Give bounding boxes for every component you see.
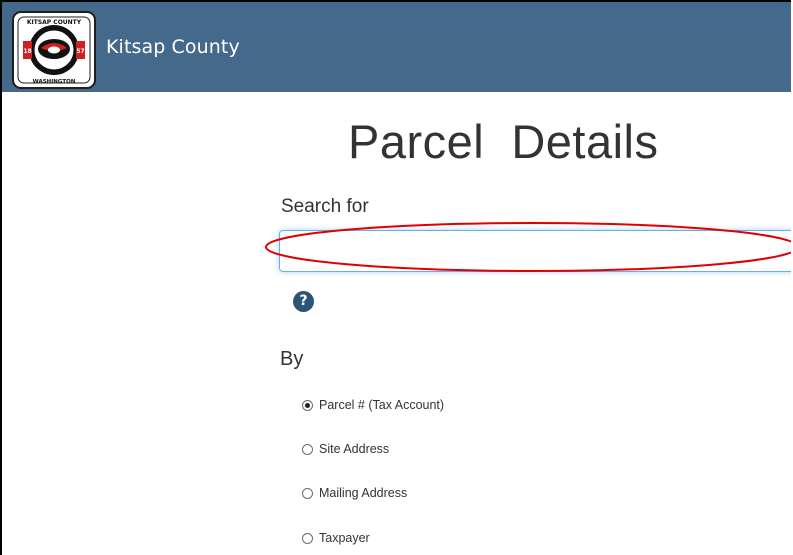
header-bar: 18 57 KITSAP COUNTY WASHINGTON Kitsap Co… xyxy=(2,2,791,92)
radio-option-mailing-address[interactable]: Mailing Address xyxy=(302,486,407,500)
seal-year-left: 18 xyxy=(23,48,31,55)
search-input[interactable] xyxy=(279,230,791,272)
radio-label-site-address: Site Address xyxy=(319,442,390,456)
seal-year-right: 57 xyxy=(76,48,84,55)
county-seal-logo[interactable]: 18 57 KITSAP COUNTY WASHINGTON xyxy=(11,10,97,90)
radio-label-taxpayer: Taxpayer xyxy=(319,531,370,545)
search-by-label: By xyxy=(280,348,304,370)
radio-label-parcel: Parcel # (Tax Account) xyxy=(319,398,445,412)
brand-name[interactable]: Kitsap County xyxy=(106,36,240,58)
radio-option-site-address[interactable]: Site Address xyxy=(302,442,389,456)
radio-option-taxpayer[interactable]: Taxpayer xyxy=(302,531,370,545)
radio-button-taxpayer[interactable] xyxy=(302,532,313,544)
radio-button-parcel[interactable] xyxy=(302,399,313,411)
radio-option-parcel[interactable]: Parcel # (Tax Account) xyxy=(302,398,444,412)
radio-button-site-address[interactable] xyxy=(302,443,313,455)
radio-button-mailing-address[interactable] xyxy=(302,487,313,499)
page-title: Parcel Details xyxy=(348,115,659,168)
page: 18 57 KITSAP COUNTY WASHINGTON Kitsap Co… xyxy=(0,0,791,555)
question-circle-icon[interactable]: ? xyxy=(293,291,314,312)
radio-label-mailing-address: Mailing Address xyxy=(319,486,408,500)
seal-bottom-text: WASHINGTON xyxy=(33,79,76,85)
seal-top-text: KITSAP COUNTY xyxy=(27,19,82,26)
search-label: Search for xyxy=(281,196,369,217)
